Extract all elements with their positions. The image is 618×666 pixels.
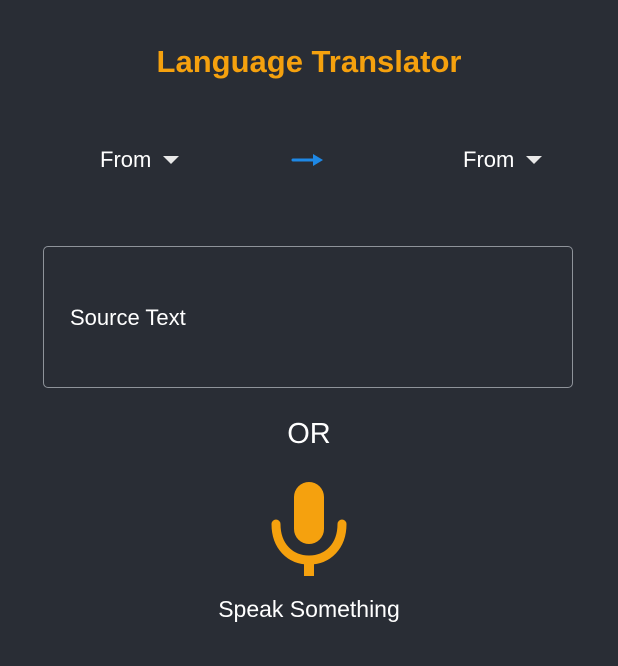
- app-title: Language Translator: [156, 44, 462, 79]
- source-text-input[interactable]: Source Text: [43, 246, 573, 388]
- target-language-label: From: [463, 147, 515, 172]
- microphone-icon[interactable]: [270, 480, 348, 578]
- or-divider: OR: [287, 418, 331, 450]
- source-language-dropdown[interactable]: From: [100, 140, 180, 180]
- source-text-placeholder: Source Text: [70, 305, 186, 330]
- caret-down-icon: [526, 156, 543, 164]
- target-language-dropdown[interactable]: From: [463, 140, 543, 180]
- source-language-label: From: [100, 147, 152, 172]
- speak-something-label[interactable]: Speak Something: [0, 596, 618, 623]
- arrow-right-icon: [291, 154, 323, 166]
- caret-down-icon: [163, 156, 180, 164]
- language-selector-row: From From: [0, 140, 618, 180]
